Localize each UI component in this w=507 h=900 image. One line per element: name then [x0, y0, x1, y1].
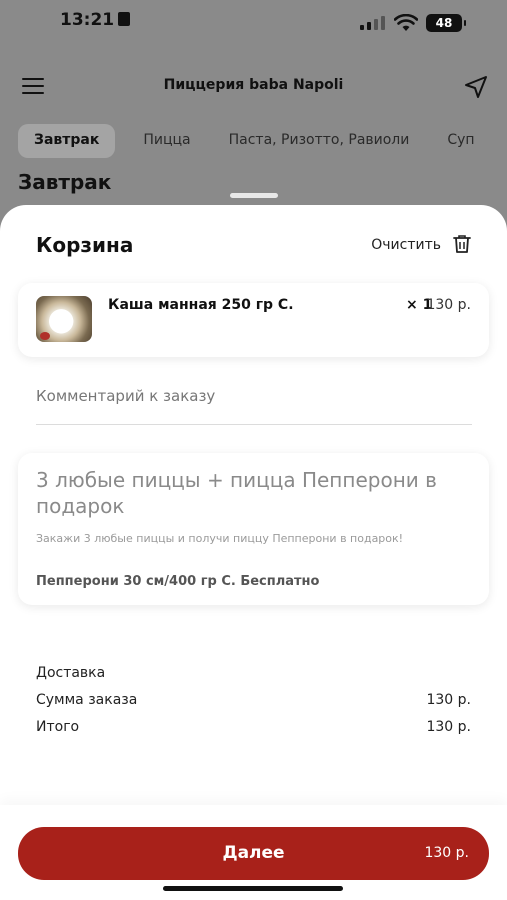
trash-icon[interactable]	[453, 234, 471, 254]
battery-icon: 48	[426, 14, 466, 32]
nav-bar: Пиццерия baba Napoli	[0, 60, 507, 112]
cart-title: Корзина	[36, 233, 134, 257]
cart-sheet: Корзина Очистить Каша манная 250 гр С. ×…	[0, 205, 507, 900]
total-value: 130 р.	[426, 719, 471, 735]
item-name: Каша манная 250 гр С.	[108, 297, 294, 313]
total-row: Итого 130 р.	[36, 719, 471, 746]
tab-breakfast[interactable]: Завтрак	[18, 124, 116, 158]
section-title: Завтрак	[18, 170, 112, 194]
wifi-icon	[394, 14, 418, 31]
restaurant-title: Пиццерия baba Napoli	[163, 77, 344, 93]
next-button[interactable]: Далее 130 р.	[18, 827, 489, 880]
delivery-label: Доставка	[36, 665, 106, 681]
item-price: 130 р.	[426, 297, 471, 313]
cart-header: Корзина Очистить	[36, 233, 471, 259]
tab-soup[interactable]: Суп	[437, 124, 484, 158]
subtotal-label: Сумма заказа	[36, 692, 138, 708]
comment-placeholder: Комментарий к заказу	[36, 387, 216, 405]
category-tabs: Завтрак Пицца Паста, Ризотто, Равиоли Су…	[18, 124, 507, 158]
promo-description: Закажи 3 любые пиццы и получи пиццу Пепп…	[36, 532, 404, 545]
total-label: Итого	[36, 719, 80, 735]
item-photo	[36, 296, 92, 342]
promo-card: 3 любые пиццы + пицца Пепперони в подаро…	[18, 453, 489, 605]
status-bar: 13:21 48	[0, 0, 507, 44]
promo-title: 3 любые пиццы + пицца Пепперони в подаро…	[36, 468, 437, 518]
cart-item[interactable]: Каша манная 250 гр С. × 1 130 р.	[18, 283, 489, 357]
home-indicator	[163, 886, 343, 891]
tab-pizza[interactable]: Пицца	[133, 124, 200, 158]
location-arrow-icon[interactable]	[463, 74, 489, 100]
clock-time: 13:21	[60, 10, 115, 30]
next-button-price: 130 р.	[424, 845, 469, 861]
order-summary: Доставка Сумма заказа 130 р. Итого 130 р…	[36, 665, 471, 746]
sheet-grabber[interactable]	[230, 193, 278, 198]
order-comment-input[interactable]: Комментарий к заказу	[36, 383, 472, 425]
next-button-label: Далее	[222, 843, 285, 863]
id-badge-icon	[118, 12, 131, 26]
promo-gift-item: Пепперони 30 см/400 гр С. Бесплатно	[36, 574, 320, 589]
delivery-row: Доставка	[36, 665, 471, 692]
subtotal-value: 130 р.	[426, 692, 471, 708]
cellular-signal-icon	[360, 16, 385, 30]
clear-cart-button[interactable]: Очистить	[371, 237, 441, 253]
battery-level: 48	[435, 16, 453, 30]
tab-pasta[interactable]: Паста, Ризотто, Равиоли	[219, 124, 420, 158]
clock: 13:21	[60, 10, 131, 30]
subtotal-row: Сумма заказа 130 р.	[36, 692, 471, 719]
